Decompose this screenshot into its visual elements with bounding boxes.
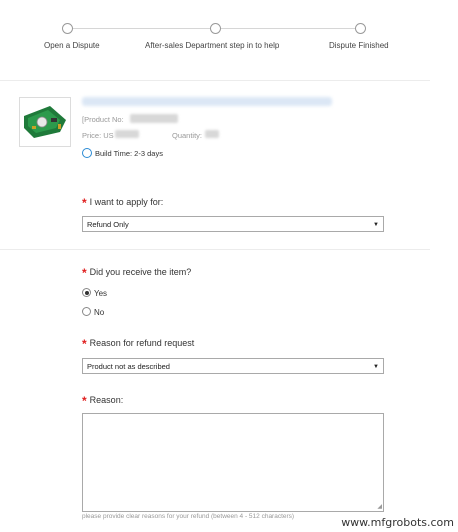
reason-request-select-value: Product not as described: [87, 362, 170, 371]
reason-textarea[interactable]: ◢: [82, 413, 384, 512]
reason-question: * Reason:: [82, 394, 123, 408]
radio-no-label: No: [94, 308, 105, 317]
build-time-label: Build Time: 2-3 days: [95, 149, 163, 158]
step-dot-finished: [355, 23, 366, 34]
apply-label: I want to apply for:: [89, 197, 164, 207]
reason-request-label: Reason for refund request: [89, 338, 195, 348]
chevron-down-icon: ▼: [373, 364, 379, 370]
required-asterisk: *: [82, 394, 87, 408]
divider: [0, 249, 430, 250]
step-dot-after-sales: [210, 23, 221, 34]
apply-select-value: Refund Only: [87, 220, 129, 229]
resize-handle-icon[interactable]: ◢: [377, 503, 382, 510]
product-thumbnail[interactable]: [19, 97, 71, 147]
quantity-label: Quantity:: [172, 131, 203, 140]
step-label-open: Open a Dispute: [44, 41, 100, 50]
reason-request-select[interactable]: Product not as described ▼: [82, 358, 384, 374]
reason-label: Reason:: [89, 395, 124, 405]
price-label: Price: US: [82, 131, 114, 140]
radio-no[interactable]: No: [82, 307, 104, 317]
divider: [0, 80, 430, 81]
apply-select[interactable]: Refund Only ▼: [82, 216, 384, 232]
clock-refresh-icon: [82, 148, 92, 158]
required-asterisk: *: [82, 266, 87, 280]
dispute-progress: Open a Dispute After-sales Department st…: [0, 0, 458, 60]
reason-request-question: * Reason for refund request: [82, 337, 194, 351]
chevron-down-icon: ▼: [373, 222, 379, 228]
radio-yes-label: Yes: [94, 289, 108, 298]
step-dot-open: [62, 23, 73, 34]
progress-line: [220, 28, 355, 29]
product-number-redacted: [130, 114, 178, 123]
radio-yes[interactable]: Yes: [82, 288, 107, 298]
radio-yes-button[interactable]: [82, 288, 91, 297]
build-time: Build Time: 2-3 days: [82, 148, 163, 158]
price-redacted: [115, 130, 139, 138]
received-label: Did you receive the item?: [89, 267, 192, 277]
radio-no-button[interactable]: [82, 307, 91, 316]
required-asterisk: *: [82, 196, 87, 210]
product-title-redacted: [82, 97, 332, 106]
received-question: * Did you receive the item?: [82, 266, 191, 280]
apply-question: * I want to apply for:: [82, 196, 163, 210]
required-asterisk: *: [82, 337, 87, 351]
watermark: www.mfgrobots.com: [339, 515, 456, 530]
quantity-redacted: [205, 130, 219, 138]
reason-hint: please provide clear reasons for your re…: [82, 513, 295, 520]
product-number-label: [Product No:: [82, 115, 124, 124]
circuit-board-image: [24, 106, 66, 138]
progress-line: [70, 28, 210, 29]
step-label-after-sales: After-sales Department step in to help: [145, 41, 280, 50]
step-label-finished: Dispute Finished: [329, 41, 389, 50]
